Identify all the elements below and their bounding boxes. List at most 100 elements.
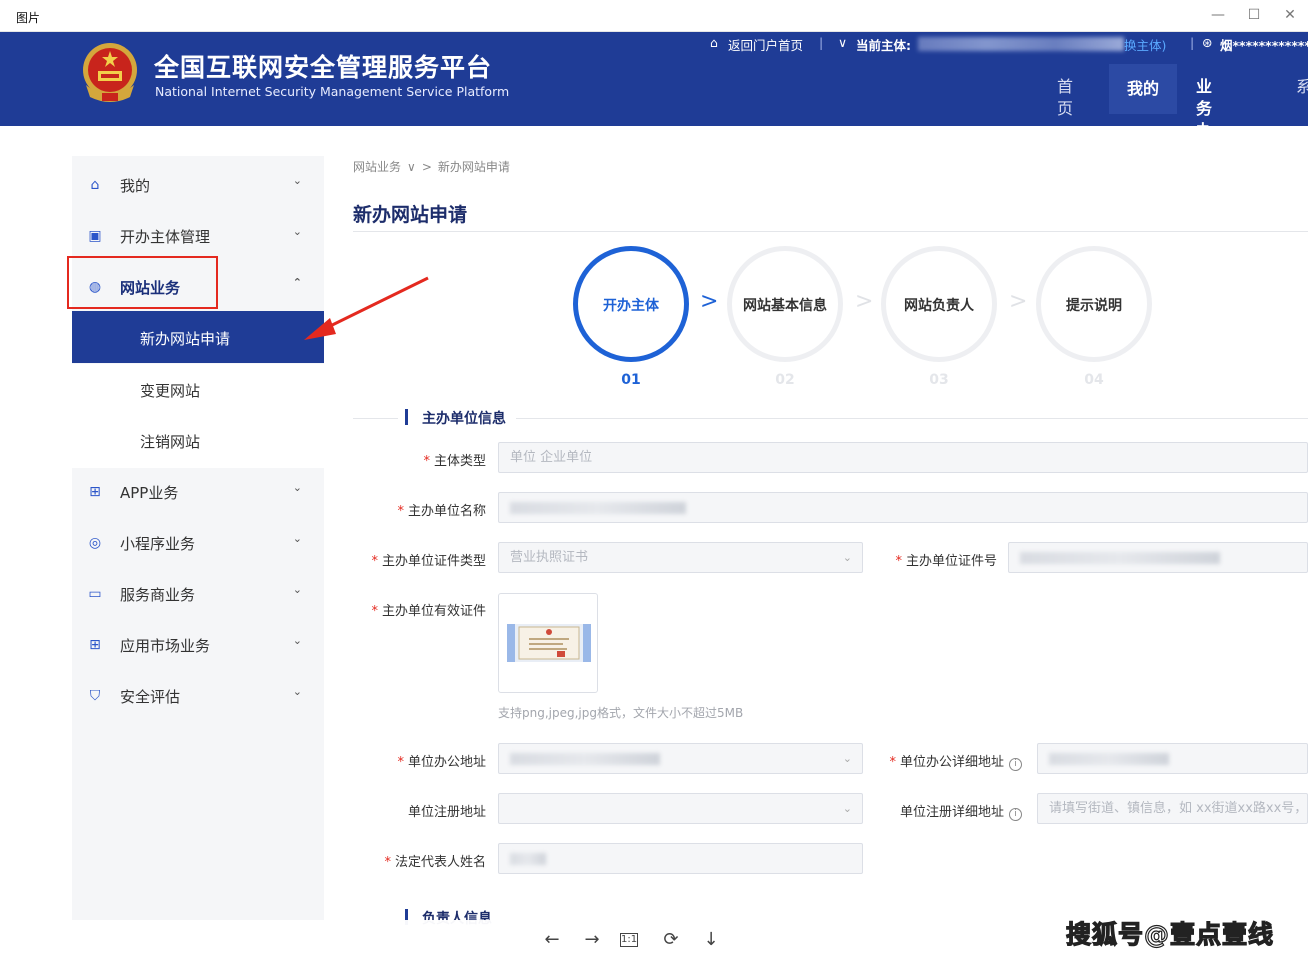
field-label: 主体类型 (433, 454, 486, 469)
brand-title-cn: 全国互联网安全管理服务平台 (154, 53, 493, 82)
step-number: 02 (775, 372, 795, 388)
step-label: 开办主体 (603, 298, 659, 314)
sidebar-subitem-cancel-website[interactable]: 注销网站 (72, 414, 324, 466)
field-label: 单位注册地址 (407, 805, 486, 820)
sidebar-item-label: APP业务 (120, 484, 179, 502)
sidebar-item-label: 小程序业务 (120, 535, 196, 553)
breadcrumb-parent[interactable]: 网站业务 (353, 160, 401, 174)
home-icon: ⌂ (710, 35, 718, 50)
user-name[interactable]: 烟************* (1220, 35, 1308, 54)
chevron-down-icon[interactable]: ∨ (407, 160, 416, 174)
sidebar-item-provider-business[interactable]: ▭ 服务商业务 ⌄ (72, 568, 324, 618)
redacted-value (510, 752, 660, 765)
download-icon[interactable]: ↓ (699, 928, 723, 952)
info-icon[interactable]: i (1009, 808, 1022, 821)
sidebar-subitem-new-website[interactable]: 新办网站申请 (72, 311, 324, 363)
rotate-icon[interactable]: ⟳ (659, 928, 683, 952)
maximize-button[interactable]: ☐ (1240, 4, 1268, 26)
legal-rep-label: * 法定代表人姓名 (384, 855, 486, 870)
field-label: 主办单位证件号 (905, 554, 997, 569)
chevron-down-icon: ⌄ (842, 752, 852, 765)
divider (353, 418, 398, 419)
step-label: 网站基本信息 (743, 298, 827, 314)
org-name-field[interactable] (498, 492, 1308, 523)
grid-icon: ⊞ (89, 637, 101, 653)
field-label: 主办单位名称 (407, 504, 486, 519)
chevron-down-icon: ⌄ (842, 802, 852, 815)
redacted-value (510, 501, 686, 514)
nav-business[interactable]: 业务办理 (1196, 76, 1212, 126)
field-label: 主办单位有效证件 (381, 604, 486, 619)
nav-home[interactable]: 首页 (1057, 76, 1073, 120)
legal-rep-field[interactable] (498, 843, 863, 874)
office-address-select[interactable]: ⌄ (498, 743, 863, 774)
sidebar-subitem-label: 新办网站申请 (140, 330, 231, 348)
cert-no-field[interactable] (1008, 542, 1308, 573)
chevron-down-icon: ⌄ (292, 583, 302, 596)
step-2: 网站基本信息 (727, 246, 843, 362)
step-arrow-icon: > (1009, 289, 1028, 314)
field-label: 单位办公详细地址 (899, 755, 1004, 770)
field-label: 单位办公地址 (407, 755, 486, 770)
portal-home-link[interactable]: 返回门户首页 (728, 35, 803, 54)
nav-mine[interactable]: 我的 (1109, 64, 1177, 114)
minimize-button[interactable]: — (1204, 4, 1232, 26)
sidebar-item-mine[interactable]: ⌂ 我的 ⌄ (72, 159, 324, 209)
annotation-highlight-box (67, 256, 218, 309)
chevron-down-icon: ⌄ (292, 685, 302, 698)
actual-size-icon[interactable]: 1:1 (620, 933, 638, 947)
subject-name-redacted (918, 37, 1124, 51)
subject-type-label: * 主体类型 (423, 454, 486, 469)
sidebar-item-miniprogram-business[interactable]: ◎ 小程序业务 ⌄ (72, 517, 324, 567)
sidebar-item-security-assessment[interactable]: ⛉ 安全评估 ⌄ (72, 670, 324, 720)
site-header: 全国互联网安全管理服务平台 National Internet Security… (0, 32, 1308, 126)
breadcrumb: 网站业务 ∨ > 新办网站申请 (353, 158, 516, 175)
sidebar-subitem-change-website[interactable]: 变更网站 (72, 363, 324, 415)
redacted-value (1020, 551, 1220, 564)
office-detail-label: * 单位办公详细地址 i (889, 751, 1022, 771)
office-detail-field[interactable] (1037, 743, 1308, 774)
switch-subject-link[interactable]: 换主体) (1124, 35, 1166, 54)
subject-type-field[interactable]: 单位 企业单位 (498, 442, 1308, 473)
compass-icon: ◎ (88, 535, 102, 551)
arrow-left-icon[interactable]: ← (540, 928, 564, 952)
redacted-value (1049, 752, 1169, 765)
sidebar-item-label: 服务商业务 (120, 586, 196, 604)
info-icon[interactable]: i (1009, 758, 1022, 771)
sidebar-item-label: 我的 (120, 177, 151, 195)
page-title: 新办网站申请 (353, 204, 468, 226)
chevron-down-icon: ⌄ (292, 532, 302, 545)
step-number: 01 (621, 372, 641, 388)
cert-upload-thumbnail[interactable] (498, 593, 598, 693)
field-label: 单位注册详细地址 (899, 805, 1004, 820)
monitor-icon: ▭ (88, 586, 102, 602)
sidebar-item-subject-management[interactable]: ▣ 开办主体管理 ⌄ (72, 210, 324, 260)
sidebar-item-app-business[interactable]: ⊞ APP业务 ⌄ (72, 466, 324, 516)
step-4: 提示说明 (1036, 246, 1152, 362)
reg-detail-placeholder: 请填写街道、镇信息，如 xx街道xx路xx号，x (1049, 801, 1308, 816)
apps-icon: ⊞ (89, 484, 101, 500)
close-button[interactable]: ✕ (1276, 4, 1304, 26)
home-icon: ⌂ (90, 177, 100, 193)
arrow-right-icon[interactable]: → (580, 928, 604, 952)
chevron-down-icon[interactable]: ∨ (838, 35, 847, 50)
breadcrumb-current: 新办网站申请 (437, 160, 510, 174)
reg-detail-field[interactable]: 请填写街道、镇信息，如 xx街道xx路xx号，x (1037, 793, 1308, 824)
sidebar-item-label: 安全评估 (120, 688, 181, 706)
window-titlebar: 图片 — ☐ ✕ (0, 0, 1308, 32)
sidebar-item-label: 开办主体管理 (120, 228, 211, 246)
briefcase-icon: ▣ (88, 228, 102, 244)
cert-type-label: * 主办单位证件类型 (371, 554, 486, 569)
chevron-down-icon: ⌄ (292, 634, 302, 647)
cert-type-select[interactable]: 营业执照证书 ⌄ (498, 542, 863, 573)
reg-address-select[interactable]: ⌄ (498, 793, 863, 824)
step-label: 网站负责人 (904, 298, 974, 314)
step-number: 04 (1084, 372, 1104, 388)
sidebar-item-appmarket-business[interactable]: ⊞ 应用市场业务 ⌄ (72, 619, 324, 669)
chevron-down-icon: ⌄ (292, 225, 302, 238)
certificate-image (507, 624, 591, 662)
step-label: 提示说明 (1066, 298, 1122, 314)
nav-system[interactable]: 系 (1296, 76, 1308, 98)
divider (353, 231, 1308, 232)
chevron-down-icon: ⌄ (292, 174, 302, 187)
